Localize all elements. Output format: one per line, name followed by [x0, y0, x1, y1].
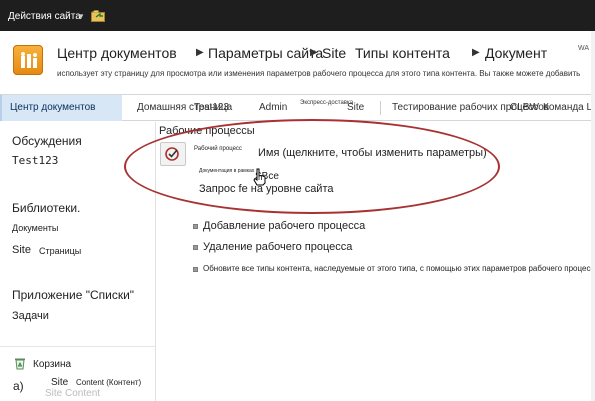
- breadcrumb-document-center[interactable]: Центр документов: [57, 45, 177, 61]
- footnote-label: а): [13, 379, 24, 393]
- scrollbar-track[interactable]: [591, 31, 595, 401]
- nav-discussions[interactable]: Обсуждения: [12, 134, 82, 148]
- nav-lists-app[interactable]: Приложение "Списки": [12, 288, 134, 302]
- hand-pointer-icon: [253, 168, 266, 186]
- tab-test123[interactable]: Test123: [194, 102, 229, 113]
- tab-divider: [380, 101, 381, 115]
- breadcrumb-separator-icon: ▶: [196, 47, 204, 58]
- nav-divider: [0, 346, 155, 347]
- ribbon-bar: Действия сайта ▼: [0, 0, 595, 31]
- quick-launch: Обсуждения Test123 Библиотеки. Документы…: [0, 122, 156, 401]
- nav-tasks[interactable]: Задачи: [12, 310, 49, 322]
- nav-site-content-site[interactable]: Site: [51, 377, 68, 388]
- name-column-header[interactable]: Имя (щелкните, чтобы изменить параметры): [258, 147, 487, 159]
- page-header: [0, 31, 595, 94]
- bullet-icon: [193, 224, 198, 229]
- breadcrumb-site-settings[interactable]: Параметры сайта: [208, 45, 323, 61]
- site-actions-menu[interactable]: Действия сайта: [8, 11, 81, 22]
- breadcrumb-site[interactable]: Site: [322, 45, 346, 61]
- header-right-label: WA: [578, 45, 590, 52]
- section-title: Рабочие процессы: [159, 125, 255, 137]
- browse-folder-icon[interactable]: [91, 10, 105, 22]
- recycle-bin-icon[interactable]: [14, 357, 26, 370]
- top-navigation: Центр документов Домашняя страница Test1…: [0, 94, 595, 121]
- update-all-content-types-link[interactable]: Обновите все типы контента, наследуемые …: [203, 264, 595, 273]
- tab-express-delivery[interactable]: Экспресс-доставка: [300, 100, 353, 106]
- document-center-logo-icon[interactable]: [13, 45, 43, 75]
- nav-libraries[interactable]: Библиотеки.: [12, 201, 80, 215]
- main-content: Рабочие процессы Рабочий процесс Имя (ще…: [156, 122, 595, 401]
- breadcrumb-separator-icon: ▶: [310, 47, 318, 58]
- nav-site[interactable]: Site: [12, 244, 31, 256]
- page-description: использует эту страницу для просмотра ил…: [57, 69, 581, 78]
- nav-site-content[interactable]: Content (Контент): [76, 378, 141, 387]
- bullet-icon: [193, 267, 198, 272]
- tab-site[interactable]: Site: [347, 102, 364, 113]
- breadcrumb-content-types[interactable]: Типы контента: [355, 45, 450, 61]
- nav-recycle-bin[interactable]: Корзина: [33, 359, 71, 370]
- bullet-icon: [193, 245, 198, 250]
- breadcrumb-separator-icon: ▶: [472, 47, 480, 58]
- breadcrumb-document: Документ: [485, 45, 548, 61]
- workflow-icon: [160, 142, 186, 166]
- nav-pages[interactable]: Страницы: [39, 246, 81, 256]
- add-workflow-link[interactable]: Добавление рабочего процесса: [203, 220, 365, 232]
- nav-documents[interactable]: Документы: [12, 223, 58, 233]
- workflow-column-label: Рабочий процесс: [194, 146, 242, 152]
- tab-clbw[interactable]: CLBW: [510, 102, 539, 113]
- tab-lia-team[interactable]: Команда LIA: [543, 102, 595, 113]
- remove-workflow-link[interactable]: Удаление рабочего процесса: [203, 241, 352, 253]
- nav-test123[interactable]: Test123: [12, 154, 58, 167]
- chevron-down-icon[interactable]: ▼: [77, 12, 85, 21]
- doc-approval-label: Документация в рамках: [199, 168, 255, 174]
- tab-admin[interactable]: Admin: [259, 102, 287, 113]
- nav-site-content-ghost: Site Content: [45, 388, 101, 399]
- tab-document-center[interactable]: Центр документов: [0, 95, 122, 121]
